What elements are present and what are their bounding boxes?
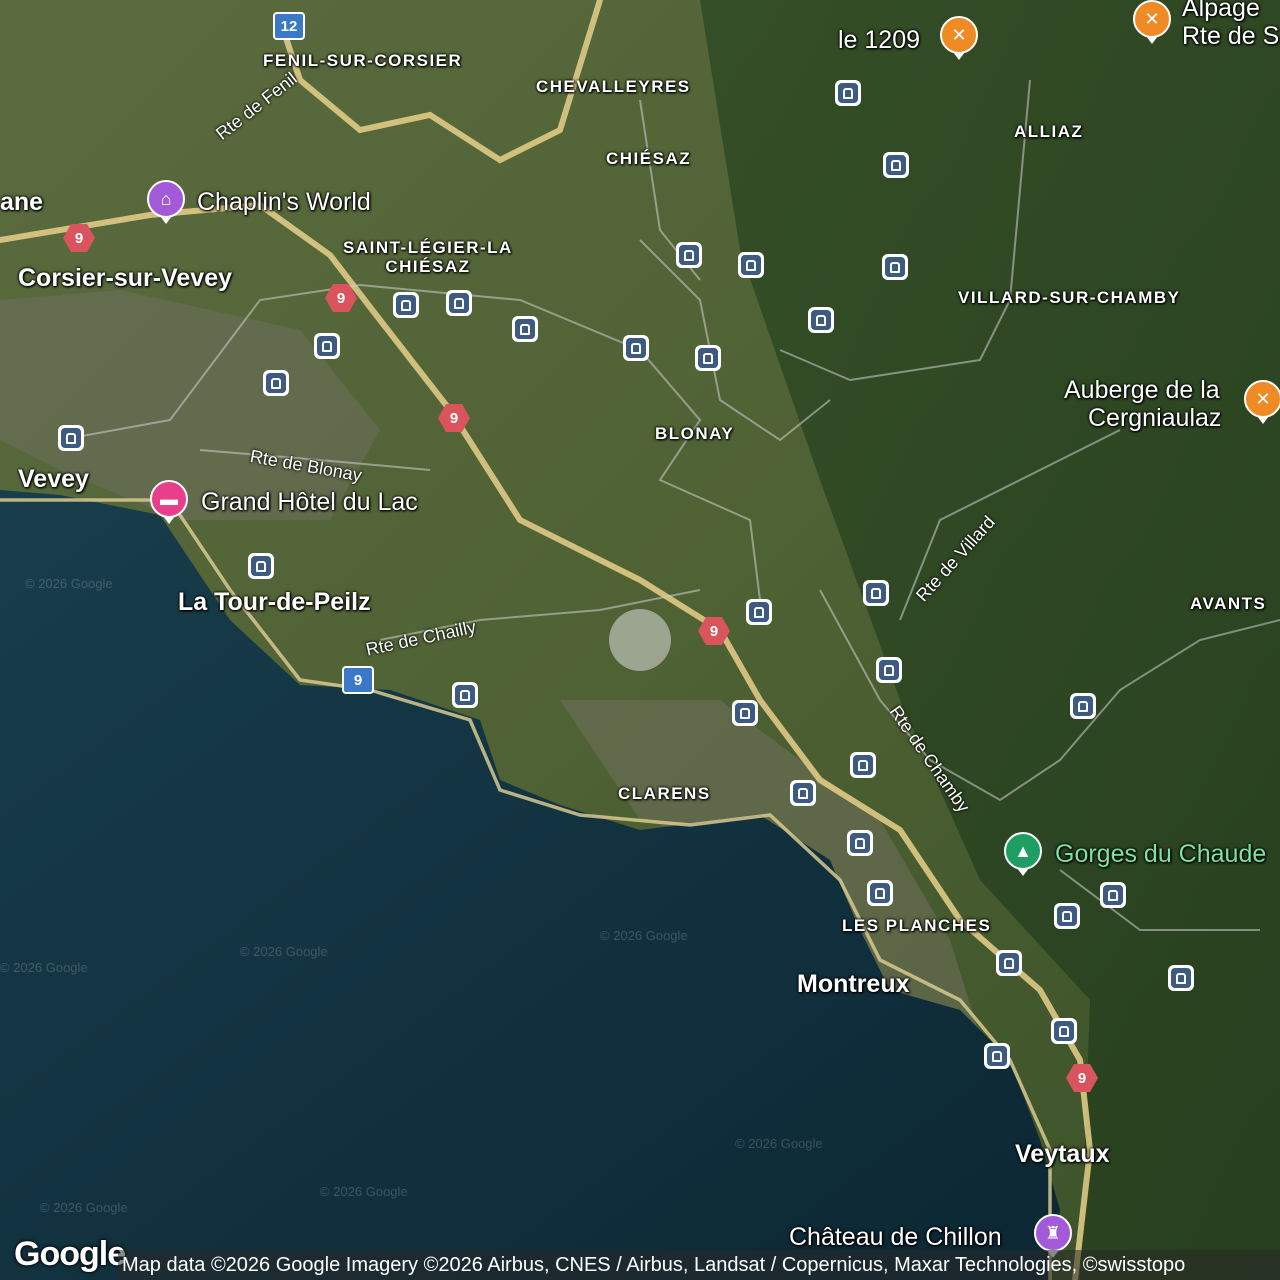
town-label-tour-de-peilz: La Tour-de-Peilz [178,588,371,616]
town-label-corsier: Corsier-sur-Vevey [18,264,233,292]
locality-chevalleyres: CHEVALLEYRES [536,77,691,96]
map-attribution: Map data ©2026 Google Imagery ©2026 Airb… [118,1250,1280,1280]
watermark: © 2026 Google [320,1184,408,1199]
park-pin-icon[interactable]: ▲ [1004,832,1042,876]
train-station-icon[interactable] [847,830,873,856]
watermark: © 2026 Google [600,928,688,943]
train-station-icon[interactable] [835,80,861,106]
restaurant-pin-icon[interactable]: ✕ [1133,0,1171,44]
poi-label-auberge-line2[interactable]: Cergniaulaz [1088,404,1221,433]
poi-label-alpage-line2[interactable]: Rte de S [1182,22,1279,51]
train-station-icon[interactable] [850,752,876,778]
watermark: © 2026 Google [240,944,328,959]
locality-alliaz: ALLIAZ [1014,122,1084,141]
train-station-icon[interactable] [882,254,908,280]
train-station-icon[interactable] [738,252,764,278]
train-station-icon[interactable] [676,242,702,268]
train-station-icon[interactable] [446,290,472,316]
locality-clarens: CLARENS [618,784,711,803]
poi-label-auberge[interactable]: Auberge de la [1064,376,1220,405]
train-station-icon[interactable] [1100,882,1126,908]
train-station-icon[interactable] [1168,965,1194,991]
watermark: © 2026 Google [735,1136,823,1151]
locality-chiesaz: CHIÉSAZ [606,149,692,168]
train-station-icon[interactable] [808,307,834,333]
train-station-icon[interactable] [984,1043,1010,1069]
train-station-icon[interactable] [746,599,772,625]
train-station-icon[interactable] [393,292,419,318]
poi-label-alpage[interactable]: Alpage [1182,0,1260,23]
train-station-icon[interactable] [867,880,893,906]
locality-villard: VILLARD-SUR-CHAMBY [958,288,1181,307]
locality-blonay: BLONAY [655,424,735,443]
train-station-icon[interactable] [512,316,538,342]
train-station-icon[interactable] [314,333,340,359]
watermark: © 2026 Google [40,1200,128,1215]
locality-fenil: FENIL-SUR-CORSIER [263,51,463,70]
locality-saint-legier: SAINT-LÉGIER-LA CHIÉSAZ [343,238,513,276]
museum-pin-icon[interactable]: ⌂ [147,180,185,224]
town-label-montreux: Montreux [797,970,910,998]
road-shield-9-blue[interactable]: 9 [342,666,374,694]
train-station-icon[interactable] [1054,903,1080,929]
poi-label-chateau-de-chillon[interactable]: Château de Chillon [789,1223,1002,1252]
google-logo: Google [14,1235,126,1273]
poi-label-gorges[interactable]: Gorges du Chaude [1055,840,1266,869]
location-accuracy-circle [609,609,671,671]
town-label-veytaux: Veytaux [1015,1140,1110,1168]
train-station-icon[interactable] [248,553,274,579]
train-station-icon[interactable] [263,370,289,396]
restaurant-pin-icon[interactable]: ✕ [940,16,978,60]
locality-les-planches: LES PLANCHES [842,916,992,935]
train-station-icon[interactable] [876,657,902,683]
train-station-icon[interactable] [58,425,84,451]
watermark: © 2026 Google [0,960,88,975]
train-station-icon[interactable] [996,950,1022,976]
train-station-icon[interactable] [452,682,478,708]
train-station-icon[interactable] [695,345,721,371]
train-station-icon[interactable] [790,780,816,806]
castle-pin-icon[interactable]: ♜ [1034,1214,1072,1258]
train-station-icon[interactable] [1051,1018,1077,1044]
town-label-vevey: Vevey [18,465,89,493]
train-station-icon[interactable] [1070,693,1096,719]
watermark: © 2026 Google [25,576,113,591]
town-label-ane: ane [0,188,44,216]
hotel-pin-icon[interactable]: ▬ [150,480,188,524]
train-station-icon[interactable] [883,152,909,178]
train-station-icon[interactable] [863,580,889,606]
train-station-icon[interactable] [732,700,758,726]
road-shield-a12[interactable]: 12 [273,12,305,40]
train-station-icon[interactable] [623,335,649,361]
poi-label-le-1209[interactable]: le 1209 [838,26,920,55]
poi-label-grand-hotel[interactable]: Grand Hôtel du Lac [201,488,418,517]
restaurant-pin-icon[interactable]: ✕ [1244,380,1280,424]
map-canvas[interactable]: © 2026 Google © 2026 Google © 2026 Googl… [0,0,1280,1280]
locality-avants: AVANTS [1190,594,1267,613]
poi-label-chaplins-world[interactable]: Chaplin's World [197,188,371,217]
